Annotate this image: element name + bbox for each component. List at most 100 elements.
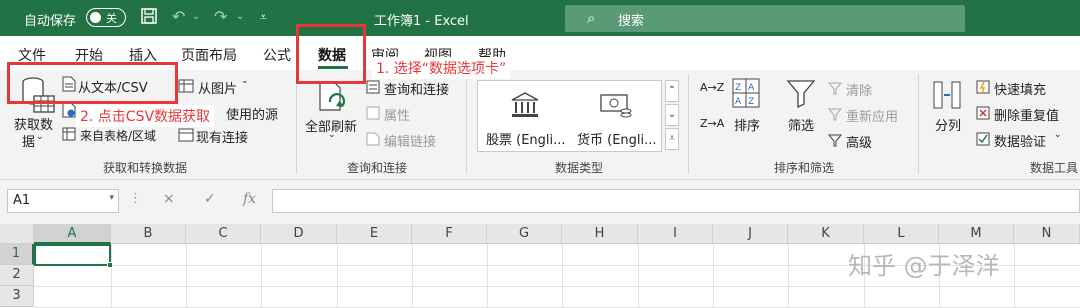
clear-button[interactable]: 清除 xyxy=(846,80,872,99)
recent-sources-button[interactable]: 使用的源 xyxy=(226,104,278,123)
refresh-dropdown-icon[interactable]: ⌄ xyxy=(328,130,336,140)
edit-links-button[interactable]: 编辑链接 xyxy=(384,131,436,150)
text-to-columns-icon xyxy=(930,80,964,114)
column-header-l[interactable]: L xyxy=(864,224,939,244)
save-icon[interactable] xyxy=(140,7,158,30)
row-header-2[interactable]: 2 xyxy=(0,265,34,286)
from-table-range-button[interactable]: 来自表格/区域 xyxy=(80,127,156,144)
cancel-icon[interactable]: × xyxy=(163,191,175,207)
gallery-up-button[interactable]: ⌃ xyxy=(665,80,679,102)
column-header-h[interactable]: H xyxy=(562,224,638,244)
formula-input[interactable] xyxy=(272,189,1080,213)
group-separator xyxy=(688,74,689,174)
column-header-k[interactable]: K xyxy=(788,224,864,244)
gridline xyxy=(337,244,338,308)
gridline xyxy=(261,244,262,308)
autosave-toggle[interactable]: 关 xyxy=(86,8,126,27)
row-header-1[interactable]: 1 xyxy=(0,244,34,265)
enter-icon[interactable]: ✓ xyxy=(204,191,216,207)
autosave-label: 自动保存 xyxy=(24,14,77,29)
sort-za-button[interactable]: Z→A xyxy=(700,118,724,129)
remove-duplicates-button[interactable]: 删除重复值 xyxy=(994,105,1059,124)
name-box[interactable]: A1 ▾ xyxy=(7,189,119,213)
text-to-columns-button[interactable]: 分列 xyxy=(935,115,961,134)
flash-fill-button[interactable]: 快速填充 xyxy=(994,79,1046,98)
gridline xyxy=(788,244,789,308)
group-label-data-types: 数据类型 xyxy=(555,161,604,175)
connections-icon xyxy=(178,127,194,146)
column-header-m[interactable]: M xyxy=(939,224,1014,244)
reapply-button[interactable]: 重新应用 xyxy=(846,106,898,125)
gridline xyxy=(487,244,488,308)
column-header-j[interactable]: J xyxy=(713,224,788,244)
column-header-d[interactable]: D xyxy=(261,224,337,244)
data-validation-button[interactable]: 数据验证 xyxy=(994,131,1046,150)
gallery-down-button[interactable]: ⌄ xyxy=(665,104,679,126)
column-header-i[interactable]: I xyxy=(638,224,713,244)
gridline xyxy=(638,244,639,308)
reapply-icon xyxy=(827,106,843,125)
column-header-b[interactable]: B xyxy=(111,224,186,244)
fill-handle[interactable] xyxy=(107,262,113,268)
advanced-button[interactable]: 高级 xyxy=(846,132,872,151)
sort-az-button[interactable]: A→Z xyxy=(700,82,724,93)
properties-button[interactable]: 属性 xyxy=(384,105,410,124)
toggle-knob xyxy=(90,12,101,23)
refresh-all-icon xyxy=(316,80,350,118)
search-placeholder: 搜索 xyxy=(618,14,645,29)
redo-icon[interactable]: ↷ xyxy=(214,7,227,27)
svg-text:Z: Z xyxy=(748,97,754,107)
column-header-f[interactable]: F xyxy=(412,224,487,244)
active-cell-a1[interactable] xyxy=(34,244,111,266)
name-box-dropdown-icon[interactable]: ▾ xyxy=(109,193,114,203)
column-header-c[interactable]: C xyxy=(186,224,261,244)
row-header-3[interactable]: 3 xyxy=(0,286,34,307)
group-separator xyxy=(918,74,919,174)
get-data-button-line2[interactable]: 据 xyxy=(22,131,35,150)
insert-function-icon[interactable]: fx xyxy=(243,191,256,207)
tab-page-layout[interactable]: 页面布局 xyxy=(181,45,237,65)
tab-formulas[interactable]: 公式 xyxy=(263,45,291,65)
annotation-box-csv xyxy=(7,62,178,104)
remove-duplicates-icon xyxy=(976,105,990,124)
picture-icon xyxy=(178,78,194,97)
gridline xyxy=(562,244,563,308)
search-box[interactable]: ⌕ 搜索 xyxy=(565,5,965,32)
gridline xyxy=(713,244,714,308)
column-header-g[interactable]: G xyxy=(487,224,562,244)
customize-toolbar-icon[interactable]: ⩡ xyxy=(260,7,267,27)
from-picture-button[interactable]: 从图片 xyxy=(198,78,237,97)
select-all-button[interactable] xyxy=(0,224,34,244)
title-bar: 自动保存 关 ↶ ⌄ ↷ ⌄ ⩡ 工作簿1 - Excel ⌕ 搜索 xyxy=(0,0,1080,36)
advanced-filter-icon xyxy=(827,132,843,151)
more-options-icon: ⋮ xyxy=(129,191,143,206)
group-label-get-transform: 获取和转换数据 xyxy=(103,161,188,175)
column-header-e[interactable]: E xyxy=(337,224,412,244)
properties-icon xyxy=(366,105,380,124)
sort-button[interactable]: 排序 xyxy=(734,115,760,134)
queries-connections-button[interactable]: 查询和连接 xyxy=(384,79,449,98)
watermark: 知乎 @于泽洋 xyxy=(848,252,1000,280)
chevron-down-icon[interactable]: ⌄ xyxy=(36,132,44,142)
data-validation-dropdown-icon[interactable]: ⌄ xyxy=(1054,130,1062,140)
gallery-more-button[interactable]: ⩡ xyxy=(665,128,679,150)
annotation-step1: 1. 选择“数据选项卡” xyxy=(372,57,511,79)
data-validation-icon xyxy=(976,131,990,150)
undo-icon[interactable]: ↶ xyxy=(172,7,185,27)
stocks-button[interactable]: 股票 (Engli... xyxy=(486,129,566,148)
from-picture-dropdown-icon[interactable]: ⌄ xyxy=(241,76,249,86)
group-label-sort-filter: 排序和筛选 xyxy=(774,161,835,175)
gridline xyxy=(412,244,413,308)
svg-text:Z: Z xyxy=(735,83,741,93)
column-header-a[interactable]: A xyxy=(34,224,111,244)
worksheet-grid: A B C D E F G H I J K L M N 1 2 3 知乎 @于泽… xyxy=(0,224,1080,308)
undo-dropdown-icon[interactable]: ⌄ xyxy=(192,7,200,27)
flash-fill-icon xyxy=(976,79,990,98)
autosave-state: 关 xyxy=(106,12,117,25)
redo-dropdown-icon[interactable]: ⌄ xyxy=(236,7,244,27)
column-header-n[interactable]: N xyxy=(1014,224,1080,244)
currencies-button[interactable]: 货币 (Engli... xyxy=(577,129,657,148)
gridline xyxy=(34,286,1080,287)
filter-button[interactable]: 筛选 xyxy=(788,115,814,134)
existing-connections-button[interactable]: 现有连接 xyxy=(196,127,248,146)
